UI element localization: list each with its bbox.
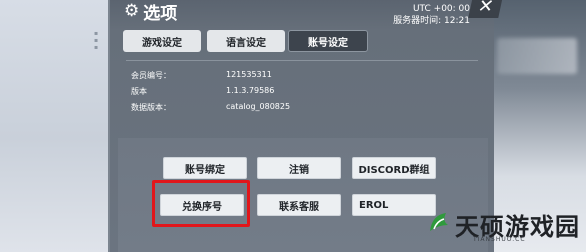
gear-icon: ⚙ — [124, 0, 140, 21]
data-version-label: 数据版本： — [131, 103, 171, 112]
tab-divider — [126, 60, 478, 61]
logout-button[interactable]: 注销 — [257, 157, 341, 179]
close-icon: ✕ — [475, 0, 496, 17]
utc-offset: UTC +00: 00 — [412, 4, 470, 14]
discord-group-button[interactable]: DISCORD群组 — [352, 157, 436, 179]
data-version-value: catalog_080825 — [226, 102, 291, 111]
version-value: 1.1.3.79586 — [226, 86, 275, 95]
watermark-logo — [430, 213, 448, 231]
erolabs-button[interactable]: EROL — [352, 194, 436, 216]
server-time: 服务器时间: 12:21 — [393, 16, 470, 26]
redeem-code-highlight — [152, 180, 250, 227]
side-decoration: ▪ ▪ ▪ — [94, 30, 99, 51]
background-blurred-text — [497, 38, 577, 74]
member-id-value: 121535311 — [226, 70, 272, 79]
contact-support-button[interactable]: 联系客服 — [257, 194, 341, 216]
bind-account-button[interactable]: 账号绑定 — [163, 157, 247, 179]
watermark-subtitle: TIANSHUO.CC — [473, 236, 526, 243]
window-title-bar: ⚙ 选项 — [124, 0, 178, 24]
close-button[interactable]: ✕ — [468, 0, 504, 18]
version-label: 版本 — [131, 87, 147, 96]
member-id-label: 会员编号： — [131, 71, 171, 80]
tab-language-settings[interactable]: 语言设定 — [207, 30, 285, 52]
tab-account-settings[interactable]: 账号设定 — [288, 30, 368, 52]
tab-game-settings[interactable]: 游戏设定 — [123, 30, 201, 52]
page-title: 选项 — [143, 3, 178, 24]
